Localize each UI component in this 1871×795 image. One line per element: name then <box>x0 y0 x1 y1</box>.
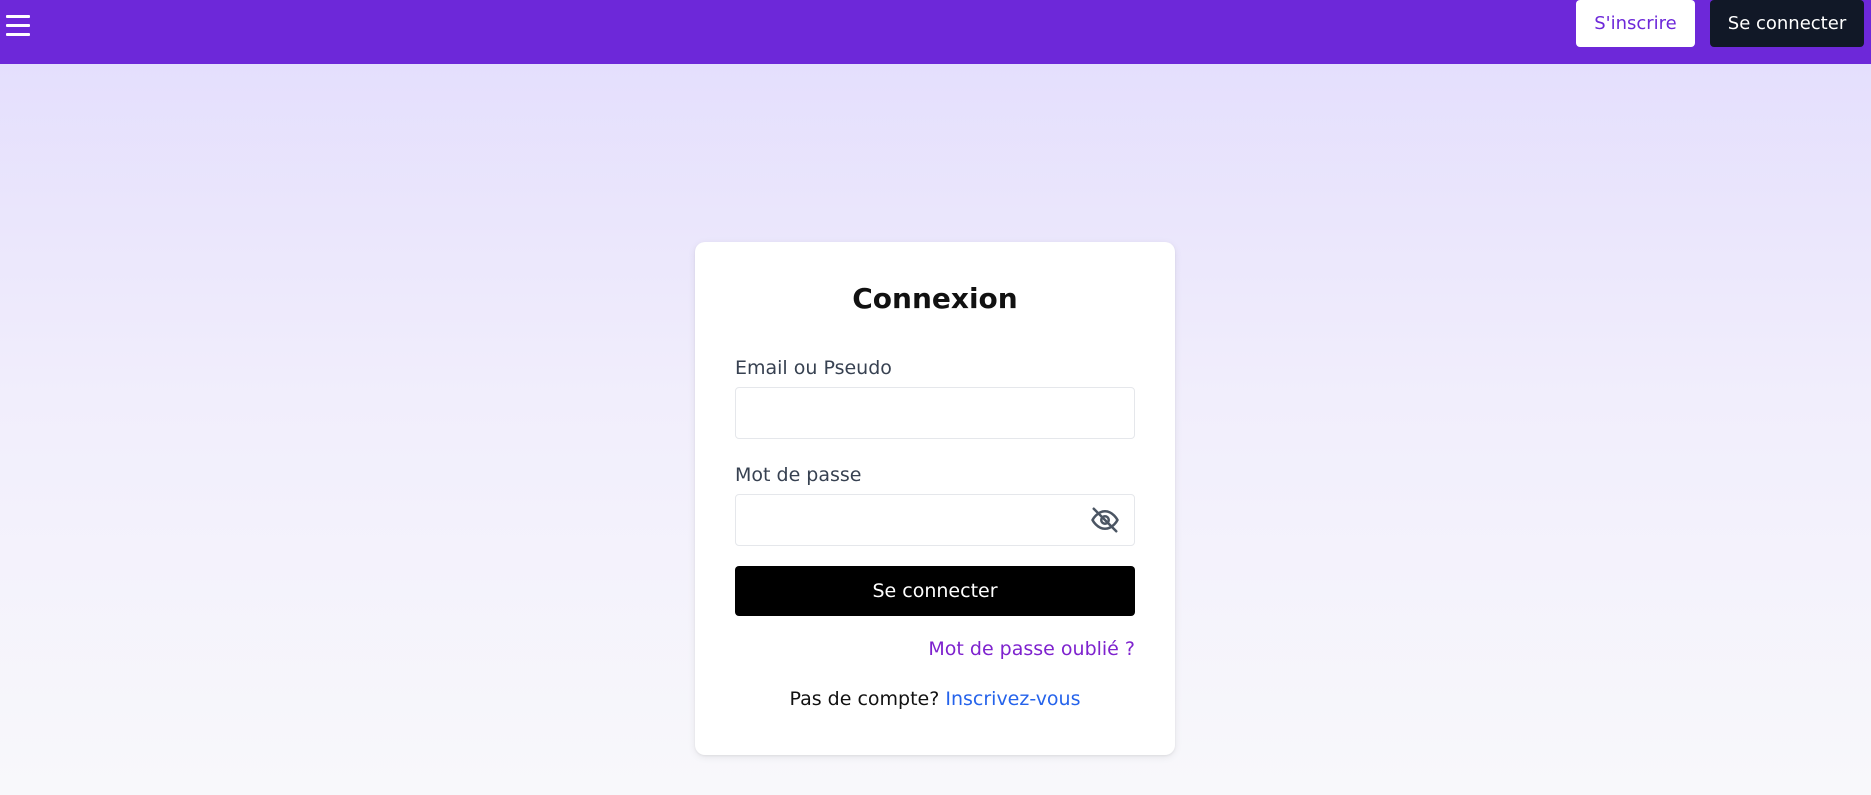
submit-login-button[interactable]: Se connecter <box>735 566 1135 616</box>
identifier-label: Email ou Pseudo <box>735 357 892 379</box>
no-account-line: Pas de compte? Inscrivez-vous <box>695 688 1175 710</box>
login-button[interactable]: Se connecter <box>1710 0 1864 47</box>
hamburger-menu-icon[interactable] <box>6 13 30 39</box>
password-label: Mot de passe <box>735 464 862 486</box>
login-card: Connexion Email ou Pseudo Mot de passe S… <box>695 242 1175 755</box>
eye-slash-icon[interactable] <box>1090 505 1120 535</box>
signup-button[interactable]: S'inscrire <box>1576 0 1695 47</box>
forgot-password-link[interactable]: Mot de passe oublié ? <box>928 638 1135 660</box>
no-account-text: Pas de compte? <box>789 688 940 710</box>
password-input[interactable] <box>735 494 1135 546</box>
identifier-input[interactable] <box>735 387 1135 439</box>
page-title: Connexion <box>852 282 1018 315</box>
top-navbar: S'inscrire Se connecter <box>0 0 1871 64</box>
register-link[interactable]: Inscrivez-vous <box>945 688 1080 710</box>
